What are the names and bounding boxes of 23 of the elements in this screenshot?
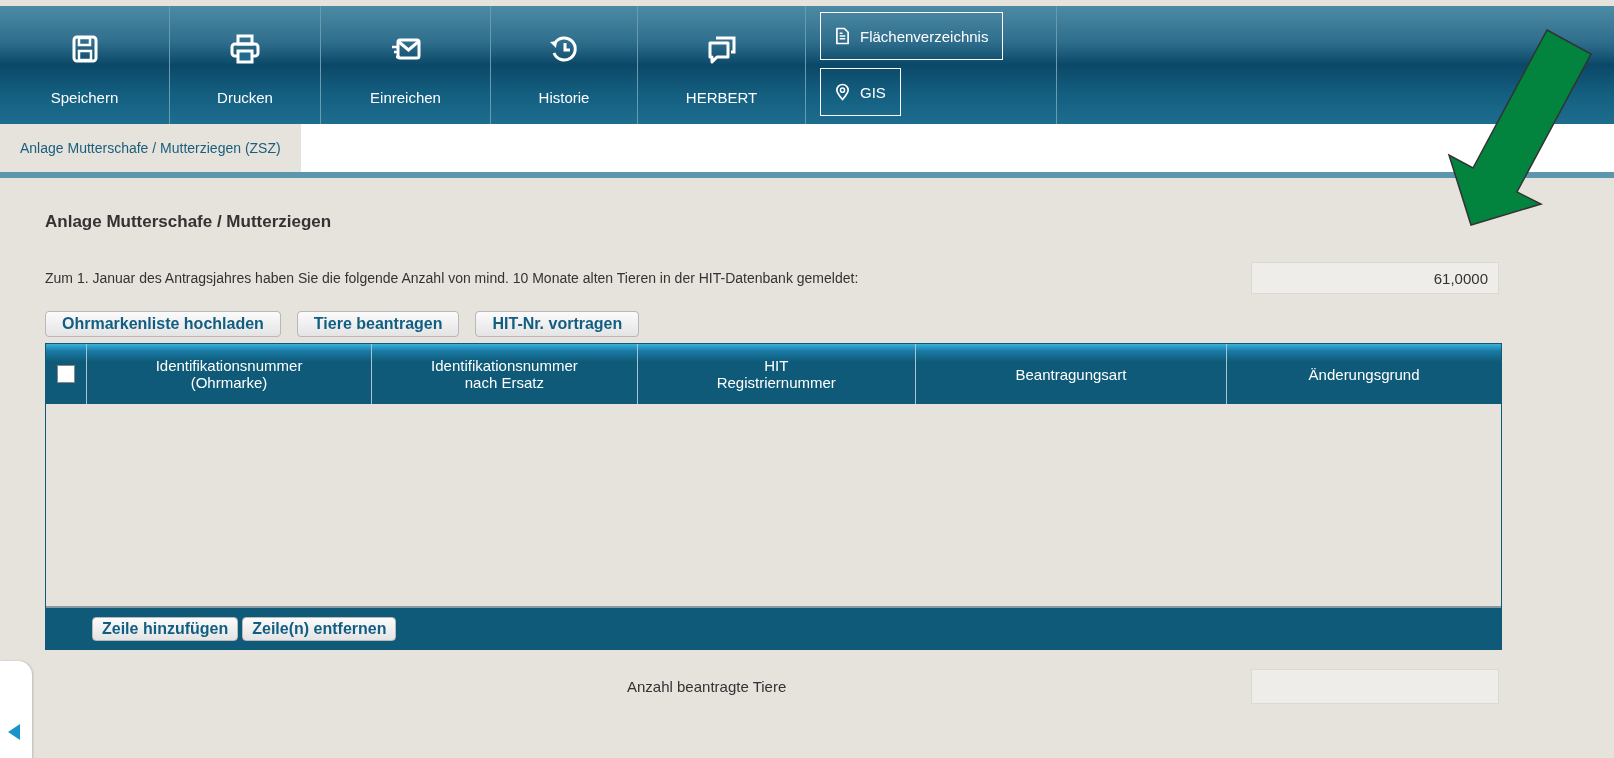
table-row-button[interactable]: Zeile hinzufügen	[92, 616, 239, 641]
section-title: Anlage Mutterschafe / Mutterziegen	[45, 212, 333, 232]
collapse-triangle-icon	[8, 724, 20, 740]
reported-count-label: Zum 1. Januar des Antragsjahres haben Sie die folgende Anzahl von mind. 10 Monate alten Tieren in der HIT-Datenbank gemeldet:	[45, 270, 859, 286]
reported-count-field: 61,0000	[1251, 262, 1499, 294]
table-row-button[interactable]: Zeile(n) entfernen	[242, 616, 397, 641]
total-count-label: Anzahl beantragte Tiere	[627, 678, 787, 695]
column-header: Beantragungsart	[1015, 365, 1127, 383]
toolbar-link-button[interactable]: Flächenverzeichnis	[820, 12, 1004, 60]
location-pin-icon	[835, 83, 850, 101]
column-header: Identifikationsnummer nach Ersatz	[431, 357, 578, 391]
action-button[interactable]: Ohrmarkenliste hochladen	[45, 311, 281, 337]
column-header: Identifikationsnummer (Ohrmarke)	[155, 357, 303, 391]
tab[interactable]: Anlage Mutterschafe / Mutterziegen (ZSZ)	[0, 124, 301, 172]
select-all-checkbox[interactable]	[57, 365, 75, 383]
side-panel-tab[interactable]	[0, 661, 32, 758]
column-header: Änderungsgrund	[1308, 365, 1420, 383]
document-icon	[835, 27, 850, 45]
column-header: HIT Registriernummer	[716, 357, 836, 391]
action-button[interactable]: Tiere beantragen	[296, 311, 460, 337]
printer-icon	[229, 33, 261, 65]
action-button[interactable]: HIT-Nr. vortragen	[475, 311, 640, 337]
toolbar-link-button[interactable]: GIS	[820, 68, 901, 116]
